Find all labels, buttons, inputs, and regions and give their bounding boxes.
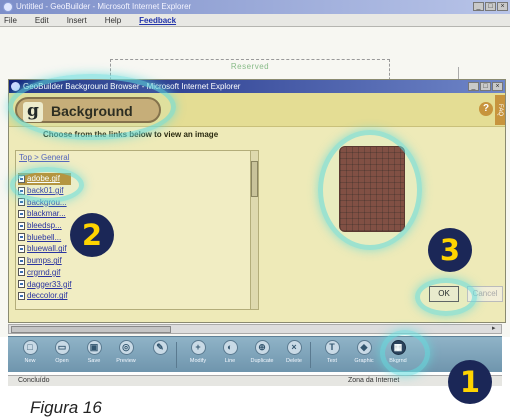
duplicate-icon: ⊕: [254, 340, 270, 355]
menu-edit[interactable]: Edit: [35, 14, 49, 26]
toolbar-separator: [310, 342, 311, 368]
faq-tab[interactable]: FAQ: [495, 95, 505, 125]
file-list-item[interactable]: bluebell...: [18, 231, 71, 243]
gif-file-icon: [18, 291, 25, 300]
file-name: deccolor.gif: [27, 291, 68, 301]
toolbar-separator: [176, 342, 177, 368]
gif-file-icon: [18, 244, 25, 253]
toolbar-graphic-button[interactable]: ◆ Graphic: [348, 340, 380, 372]
callout-badge-1: 1: [448, 360, 492, 404]
file-list-item[interactable]: dagger33.gif: [18, 278, 71, 290]
figure-caption: Figura 16: [30, 398, 102, 417]
new-icon: □: [22, 340, 38, 355]
file-list-item[interactable]: deccolor.gif: [18, 290, 71, 302]
status-text: Concluído: [18, 377, 50, 384]
file-name: crgrnd.gif: [27, 267, 61, 277]
menu-bar: File Edit Insert Help Feedback: [0, 14, 510, 27]
highlight-background-heading: [8, 74, 176, 140]
menu-insert[interactable]: Insert: [67, 14, 87, 26]
scrollbar-thumb[interactable]: [251, 161, 258, 197]
dialog-maximize-button[interactable]: □: [480, 82, 491, 91]
toolbar-duplicate-button[interactable]: ⊕ Duplicate: [246, 340, 278, 372]
help-icon[interactable]: ?: [479, 102, 493, 116]
breadcrumb[interactable]: Top > General: [19, 153, 69, 162]
file-name: bumps.gif: [27, 256, 62, 266]
toolbar-label: Graphic: [354, 358, 374, 364]
file-list-item[interactable]: bluewall.gif: [18, 243, 71, 255]
toolbar-new-button[interactable]: □ New: [14, 340, 46, 372]
toolbar-open-button[interactable]: ▭ Open: [46, 340, 78, 372]
file-list-item[interactable]: bleedsp...: [18, 220, 71, 232]
toolbar-line-button[interactable]: ◐ Line: [214, 340, 246, 372]
outer-window-titlebar: Untitled - GeoBuilder - Microsoft Intern…: [0, 0, 510, 14]
security-zone: Zona da Internet: [348, 377, 400, 384]
callout-badge-3: 3: [428, 228, 472, 272]
delete-icon: ×: [286, 340, 302, 355]
gif-file-icon: [18, 268, 25, 277]
highlight-background-tool: [380, 330, 430, 376]
file-list-scrollbar[interactable]: [250, 151, 258, 309]
menu-help[interactable]: Help: [105, 14, 121, 26]
menu-file[interactable]: File: [4, 14, 17, 26]
dialog-close-button[interactable]: ×: [492, 82, 503, 91]
toolbar-label: Modify: [189, 358, 207, 364]
file-name: bluebell...: [27, 232, 62, 242]
toolbar-modify-button[interactable]: + Modify: [182, 340, 214, 372]
file-name: dagger33.gif: [27, 279, 72, 289]
toolbar-label: Preview: [116, 358, 136, 364]
toolbar-save-button[interactable]: ▣ Save: [78, 340, 110, 372]
highlight-ok-button: [415, 278, 477, 316]
gif-file-icon: [18, 209, 25, 218]
toolbar-label: Delete: [286, 358, 302, 364]
highlight-image-preview: [318, 130, 422, 250]
toolbar-label: Text: [326, 358, 338, 364]
file-list-item[interactable]: crgrnd.gif: [18, 267, 71, 279]
modify-icon: +: [190, 340, 206, 355]
gif-file-icon: [18, 256, 25, 265]
file-list-item[interactable]: blackmar...: [18, 208, 71, 220]
toolbar-edit-button[interactable]: ✎: [144, 340, 176, 372]
scroll-right-icon[interactable]: ▸: [492, 325, 500, 333]
line-icon: ◐: [222, 340, 238, 355]
reserved-label: Reserved: [230, 62, 270, 71]
edit-icon: ✎: [152, 340, 168, 355]
toolbar-label: Line: [224, 358, 236, 364]
file-list-item[interactable]: bumps.gif: [18, 255, 71, 267]
menu-feedback[interactable]: Feedback: [139, 14, 176, 26]
graphic-icon: ◆: [356, 340, 372, 355]
gif-file-icon: [18, 221, 25, 230]
preview-icon: ◎: [118, 340, 134, 355]
toolbar-text-button[interactable]: T Text: [316, 340, 348, 372]
gif-file-icon: [18, 280, 25, 289]
file-name: bluewall.gif: [27, 244, 67, 254]
toolbar-label: Duplicate: [250, 358, 274, 364]
save-icon: ▣: [86, 340, 102, 355]
close-button[interactable]: ×: [497, 2, 508, 11]
toolbar-delete-button[interactable]: × Delete: [278, 340, 310, 372]
toolbar-label: New: [24, 358, 36, 364]
gif-file-icon: [18, 233, 25, 242]
toolbar-label: Save: [87, 358, 101, 364]
minimize-button[interactable]: _: [473, 2, 484, 11]
dialog-minimize-button[interactable]: _: [468, 82, 479, 91]
toolbar-label: Open: [55, 358, 69, 364]
outer-window-title: Untitled - GeoBuilder - Microsoft Intern…: [16, 2, 192, 11]
file-name: blackmar...: [27, 209, 66, 219]
highlight-selected-file: [10, 167, 84, 203]
status-bar: Concluído Zona da Internet: [8, 375, 502, 386]
horizontal-scrollbar[interactable]: ▸: [8, 324, 502, 334]
ie-logo-icon: [3, 2, 13, 12]
callout-badge-2: 2: [70, 213, 114, 257]
scrollbar-thumb[interactable]: [11, 326, 171, 333]
file-name: bleedsp...: [27, 221, 62, 231]
open-icon: ▭: [54, 340, 70, 355]
toolbar-preview-button[interactable]: ◎ Preview: [110, 340, 142, 372]
text-icon: T: [324, 340, 340, 355]
maximize-button[interactable]: □: [485, 2, 496, 11]
